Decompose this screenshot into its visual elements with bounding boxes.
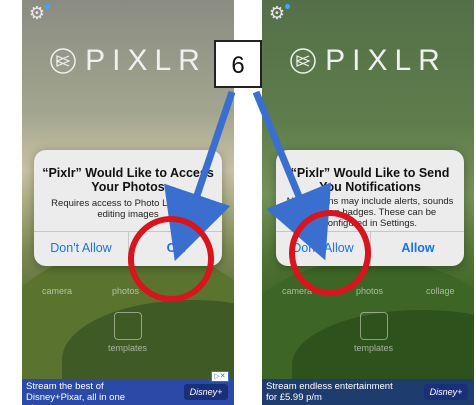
arrow-to-ok <box>164 90 236 262</box>
highlight-ring-ok <box>128 216 214 302</box>
highlight-ring-dont-allow <box>289 210 371 296</box>
arrow-to-dont-allow <box>252 90 332 261</box>
step-number-callout: 6 <box>214 40 262 88</box>
